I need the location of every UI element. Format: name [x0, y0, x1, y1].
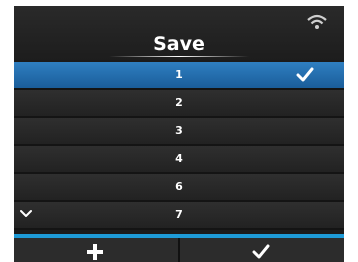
device-screen: Save 1 2 3 4 6 7 [14, 6, 344, 262]
list-item-label: 7 [175, 208, 183, 221]
header: Save [14, 6, 344, 60]
chevron-down-icon[interactable] [20, 209, 32, 218]
list-item-2[interactable]: 2 [14, 90, 344, 118]
add-button[interactable] [14, 238, 178, 262]
check-icon [296, 67, 314, 82]
list-item-label: 3 [175, 124, 183, 137]
list-item-label: 4 [175, 152, 183, 165]
list-item-1[interactable]: 1 [14, 62, 344, 90]
save-slot-list: 1 2 3 4 6 7 [14, 62, 344, 234]
list-item-3[interactable]: 3 [14, 118, 344, 146]
bottom-action-bar [14, 234, 344, 262]
page-title: Save [153, 33, 205, 55]
wifi-icon [307, 14, 327, 29]
list-item-label: 2 [175, 96, 183, 109]
title-underline [109, 56, 249, 57]
check-icon [252, 244, 270, 259]
list-item-label: 1 [175, 68, 183, 81]
list-item-4[interactable]: 4 [14, 146, 344, 174]
plus-icon [87, 244, 103, 260]
confirm-button[interactable] [180, 238, 344, 262]
list-item-6[interactable]: 6 [14, 174, 344, 202]
list-item-label: 6 [175, 180, 183, 193]
list-item-7[interactable]: 7 [14, 202, 344, 230]
